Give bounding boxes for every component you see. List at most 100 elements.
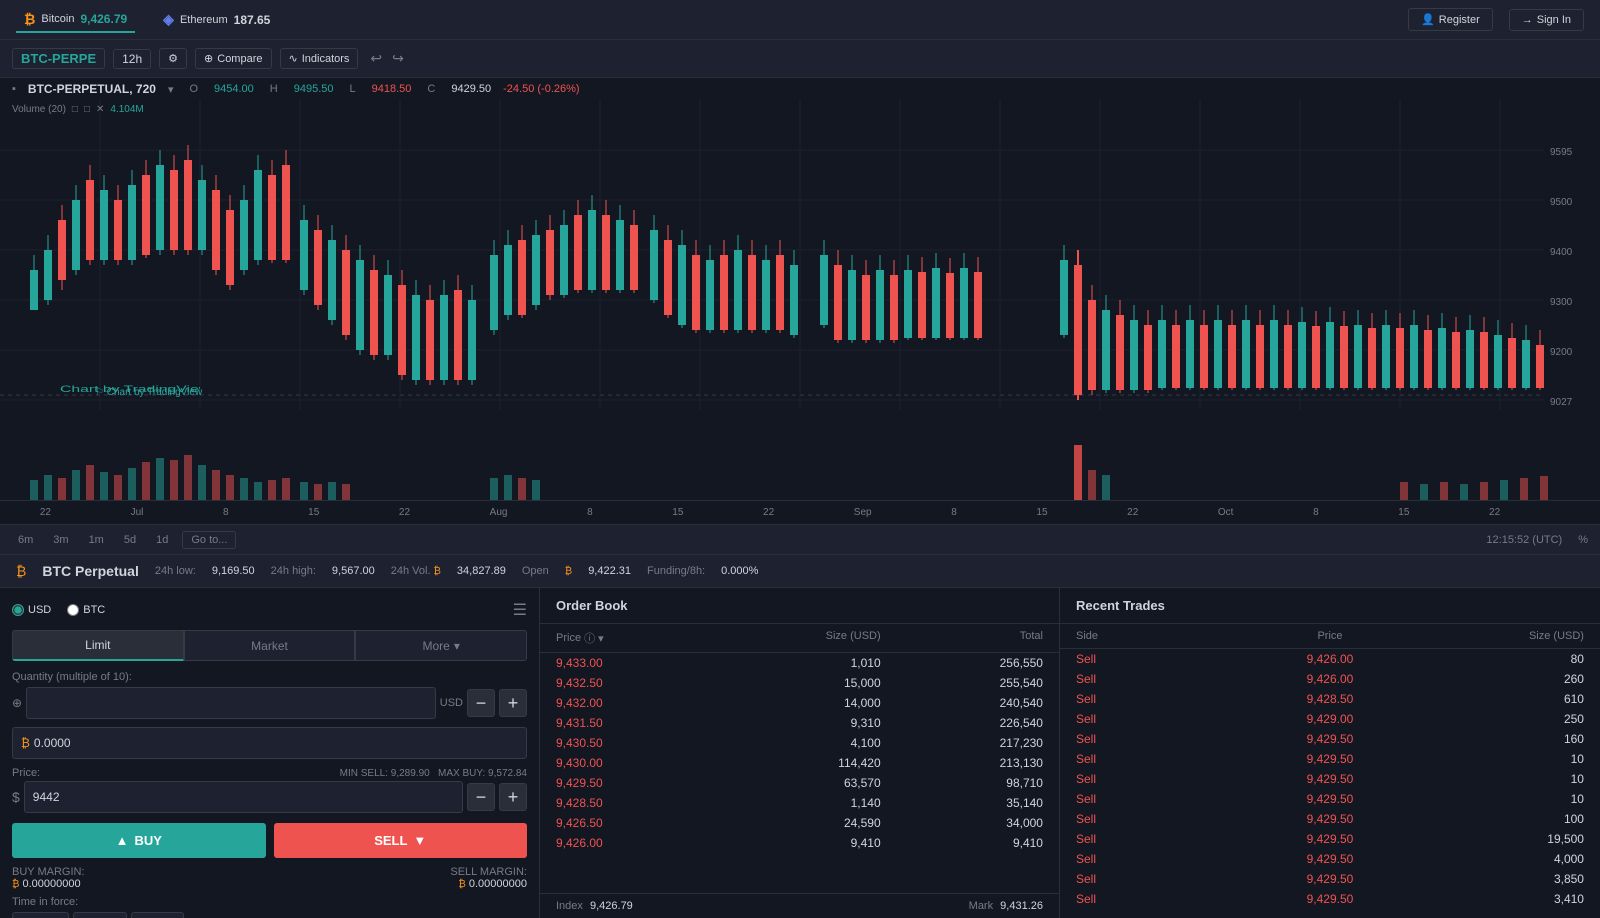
ob-row[interactable]: 9,432.00 14,000 240,540 (540, 693, 1059, 713)
1d-button[interactable]: 1d (150, 532, 174, 548)
btc-radio[interactable] (67, 604, 79, 616)
ob-total-cell: 9,410 (881, 836, 1043, 850)
rt-size-cell: 100 (1415, 812, 1584, 826)
quantity-input[interactable] (26, 687, 436, 719)
ethereum-ticker[interactable]: ◈ Ethereum 187.65 (155, 7, 278, 32)
rt-size-cell: 80 (1415, 652, 1584, 666)
compare-icon: ⊕ (204, 52, 213, 65)
fok-button[interactable]: 50K (73, 912, 127, 918)
1m-button[interactable]: 1m (83, 532, 110, 548)
register-button[interactable]: 👤 Register (1408, 8, 1493, 31)
quantity-input-row: ⊕ USD − + (12, 687, 527, 719)
market-tab[interactable]: Market (184, 630, 356, 661)
ob-row[interactable]: 9,430.00 114,420 213,130 (540, 753, 1059, 773)
3m-button[interactable]: 3m (47, 532, 74, 548)
chart-settings-button[interactable]: ⚙ (159, 48, 187, 69)
gtc-button[interactable]: GTC (12, 912, 69, 918)
limit-tab[interactable]: Limit (12, 630, 184, 661)
auth-buttons: 👤 Register → Sign In (1408, 8, 1584, 31)
ethereum-price: 187.65 (234, 13, 271, 27)
more-tab[interactable]: More ▾ (355, 630, 527, 661)
main-content: USD BTC ☰ Limit Market More ▾ Quantity (… (0, 588, 1600, 918)
btc-amount-input[interactable] (34, 736, 518, 750)
ob-total-cell: 217,230 (881, 736, 1043, 750)
percent-symbol: % (1578, 534, 1588, 546)
bitcoin-ticker[interactable]: ₿ Bitcoin 9,426.79 (16, 7, 135, 33)
price-minus-button[interactable]: − (467, 783, 495, 811)
volume-info: Volume (20) □ □ ✕ 4.104M (12, 104, 144, 115)
btc-radio-label[interactable]: BTC (67, 604, 105, 616)
redo-button[interactable]: ↪ (388, 48, 408, 69)
6m-button[interactable]: 6m (12, 532, 39, 548)
rt-size-cell: 10 (1415, 752, 1584, 766)
vol-close-icon: ✕ (96, 104, 104, 115)
ob-row[interactable]: 9,429.50 63,570 98,710 (540, 773, 1059, 793)
chart-info-bar: ▪ BTC-PERPETUAL, 720 ▾ O 9454.00 H 9495.… (0, 78, 1600, 100)
ob-row[interactable]: 9,431.50 9,310 226,540 (540, 713, 1059, 733)
ob-size-header: Size (USD) (718, 630, 880, 646)
ob-row[interactable]: 9,432.50 15,000 255,540 (540, 673, 1059, 693)
compare-button[interactable]: ⊕ Compare (195, 48, 271, 69)
goto-button[interactable]: Go to... (182, 531, 236, 549)
candlestick-chart[interactable]: ⚐ Chart by TradingView 9595 9500 9400 93… (0, 100, 1600, 440)
ob-price-cell: 9,430.50 (556, 736, 718, 750)
signin-button[interactable]: → Sign In (1509, 9, 1584, 31)
chart-interval[interactable]: 12h (113, 49, 151, 69)
layout-icon-button[interactable]: ☰ (513, 600, 527, 620)
5d-button[interactable]: 5d (118, 532, 142, 548)
rt-row: Sell 9,426.00 80 (1060, 649, 1600, 669)
rt-size-cell: 10 (1415, 792, 1584, 806)
ob-total-header: Total (881, 630, 1043, 646)
btc-header-icon: ₿ (16, 563, 26, 579)
rt-header: Recent Trades (1060, 588, 1600, 624)
rt-side-cell: Sell (1076, 852, 1245, 866)
usd-radio[interactable] (12, 604, 24, 616)
qty-plus-button[interactable]: + (499, 689, 527, 717)
copy-icon[interactable]: ⊕ (12, 696, 22, 710)
indicators-button[interactable]: ∿ Indicators (280, 48, 359, 69)
sell-margin-icon: ₿ (458, 879, 465, 890)
ob-row[interactable]: 9,430.50 4,100 217,230 (540, 733, 1059, 753)
ioc-button[interactable]: IOC (131, 912, 185, 918)
undo-button[interactable]: ↩ (366, 48, 386, 69)
rt-size-cell: 250 (1415, 712, 1584, 726)
rt-side-cell: Sell (1076, 652, 1245, 666)
chart-symbol[interactable]: BTC-PERPE (12, 48, 105, 69)
undo-redo-group: ↩ ↪ (366, 48, 407, 69)
ob-size-cell: 1,010 (718, 656, 880, 670)
ob-row[interactable]: 9,426.00 9,410 9,410 (540, 833, 1059, 853)
action-buttons-row: ▲ BUY SELL ▼ (12, 823, 527, 858)
price-label-row: Price: MIN SELL: 9,289.90 MAX BUY: 9,572… (12, 767, 527, 779)
price-input[interactable] (24, 781, 463, 813)
ohlc-change: -24.50 (-0.26%) (503, 83, 579, 95)
vol-btc-icon: ₿ (434, 566, 441, 577)
ohlc-o-label: O (189, 83, 198, 95)
rt-side-cell: Sell (1076, 772, 1245, 786)
buy-margin-icon: ₿ (12, 879, 19, 890)
ob-row[interactable]: 9,428.50 1,140 35,140 (540, 793, 1059, 813)
rt-side-cell: Sell (1076, 892, 1245, 906)
ob-row[interactable]: 9,433.00 1,010 256,550 (540, 653, 1059, 673)
rt-row: Sell 9,429.50 10 (1060, 749, 1600, 769)
usd-radio-label[interactable]: USD (12, 604, 51, 616)
ob-total-cell: 34,000 (881, 816, 1043, 830)
price-plus-button[interactable]: + (499, 783, 527, 811)
sell-button[interactable]: SELL ▼ (274, 823, 528, 858)
svg-text:9500: 9500 (1550, 197, 1573, 208)
vol-label: 24h Vol. ₿ (391, 565, 441, 577)
ob-size-cell: 24,590 (718, 816, 880, 830)
qty-minus-button[interactable]: − (467, 689, 495, 717)
chart-bottom-bar: 6m 3m 1m 5d 1d Go to... 12:15:52 (UTC) % (0, 524, 1600, 554)
ob-total-cell: 240,540 (881, 696, 1043, 710)
chart-type-icon: ▪ (12, 83, 16, 95)
low-label: 24h low: (155, 565, 196, 577)
volume-chart (0, 440, 1600, 500)
high-label: 24h high: (271, 565, 316, 577)
ob-total-cell: 226,540 (881, 716, 1043, 730)
rt-size-cell: 3,850 (1415, 872, 1584, 886)
ob-row[interactable]: 9,426.50 24,590 34,000 (540, 813, 1059, 833)
buy-button[interactable]: ▲ BUY (12, 823, 266, 858)
sell-margin-info: SELL MARGIN: ₿ 0.00000000 (450, 866, 527, 890)
chart-utc-time: 12:15:52 (UTC) (1486, 534, 1562, 546)
rt-price-cell: 9,429.50 (1245, 832, 1414, 846)
